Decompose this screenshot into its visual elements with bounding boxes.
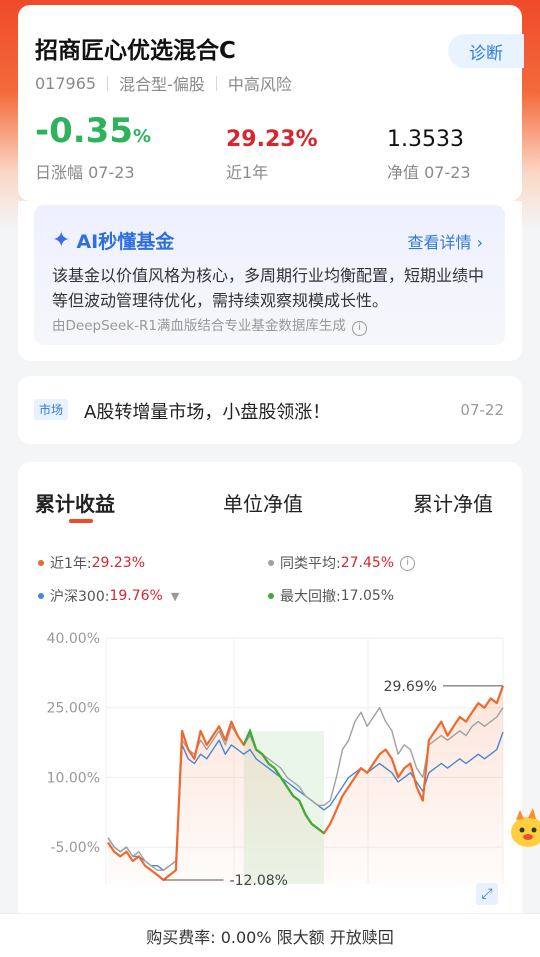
- news-tag: 市场: [34, 399, 69, 420]
- ai-summary-text: 该基金以价值风格为核心，多周期行业均衡配置，短期业绩中等但波动管理待优化，需持续…: [52, 266, 485, 310]
- ai-summary-card: ✦ AI秒懂基金 查看详情 › 该基金以价值风格为核心，多周期行业均衡配置，短期…: [18, 201, 522, 361]
- day-change-label: 日涨幅 07-23: [35, 163, 135, 182]
- max-annotation: 29.69%: [384, 679, 437, 695]
- legend-index-value: 19.76%: [109, 588, 163, 604]
- legend-fund-value: 29.23%: [91, 555, 146, 571]
- legend-peer-value: 27.45%: [340, 555, 395, 571]
- legend-drawdown-value: 17.05%: [340, 588, 395, 604]
- expand-icon[interactable]: ⤢: [476, 883, 498, 905]
- y-tick-label: 40.00%: [47, 631, 100, 647]
- view-details-link[interactable]: 查看详情 ›: [408, 229, 484, 253]
- market-news-card[interactable]: 市场 A股转增量市场，小盘股领涨！ 07-22: [18, 376, 522, 444]
- legend-fund: 近1年: 29.23%: [38, 553, 145, 573]
- caret-down-icon[interactable]: ▼: [171, 590, 179, 603]
- fund-code: 017965: [35, 73, 97, 93]
- sparkle-icon: ✦: [52, 228, 71, 253]
- performance-chart[interactable]: 40.00% 25.00% 10.00% -5.00% 29.69% -12.08%: [18, 622, 522, 922]
- meta-divider: [215, 75, 217, 91]
- info-icon[interactable]: i: [400, 555, 416, 571]
- fund-name: 招商匠心优选混合C: [35, 38, 236, 64]
- fund-type: 混合型-偏股: [119, 75, 205, 94]
- news-headline[interactable]: A股转增量市场，小盘股领涨！: [84, 398, 330, 424]
- meta-divider: [107, 75, 109, 91]
- info-icon[interactable]: i: [351, 321, 367, 336]
- day-change-number: -0.35: [35, 111, 133, 151]
- ai-source-text: 由DeepSeek-R1满血版结合专业基金数据库生成: [52, 318, 346, 334]
- day-change-unit: %: [133, 126, 152, 147]
- fund-header-card: 招商匠心优选混合C 诊断 017965 混合型-偏股 中高风险 -0.35% 日…: [18, 5, 524, 201]
- legend-index-dot: [38, 593, 44, 599]
- legend-peer: 同类平均: 27.45% i: [268, 553, 416, 573]
- legend-drawdown: 最大回撤: 17.05%: [268, 586, 394, 606]
- y-tick-label: 25.00%: [47, 701, 100, 717]
- legend-index[interactable]: 沪深300: 19.76% ▼: [38, 586, 179, 606]
- legend-drawdown-label: 最大回撤:: [280, 589, 341, 605]
- legend-peer-dot: [268, 560, 274, 566]
- year-return-value: 29.23%: [226, 127, 318, 152]
- year-return-label: 近1年: [226, 163, 269, 182]
- fee-text: 购买费率: 0.00% 限大额 开放赎回: [146, 927, 394, 947]
- tab-unit-nav[interactable]: 单位净值: [223, 488, 303, 517]
- fee-bar: 购买费率: 0.00% 限大额 开放赎回: [0, 913, 540, 957]
- nav-value: 1.3533: [387, 127, 464, 152]
- legend-fund-dot: [38, 560, 44, 566]
- day-change-value: -0.35%: [35, 111, 151, 151]
- ai-summary-box[interactable]: ✦ AI秒懂基金 查看详情 › 该基金以价值风格为核心，多周期行业均衡配置，短期…: [34, 205, 505, 345]
- min-annotation: -12.08%: [230, 873, 288, 889]
- tab-cumulative-return[interactable]: 累计收益: [35, 488, 115, 517]
- legend-fund-label: 近1年:: [50, 556, 92, 572]
- legend-peer-label: 同类平均:: [280, 556, 341, 572]
- performance-chart-card: 累计收益 单位净值 累计净值 近1年: 29.23% 同类平均: 27.45% i …: [18, 462, 522, 932]
- tab-cumulative-nav[interactable]: 累计净值: [413, 488, 493, 517]
- y-tick-label: -5.00%: [50, 840, 100, 856]
- legend-drawdown-dot: [268, 593, 274, 599]
- fund-meta: 017965 混合型-偏股 中高风险: [35, 71, 292, 95]
- ai-title-text: AI秒懂基金: [76, 231, 175, 253]
- diagnose-button[interactable]: 诊断: [448, 34, 524, 68]
- y-axis-ticks: 40.00% 25.00% 10.00% -5.00%: [47, 631, 100, 856]
- ai-title: ✦ AI秒懂基金: [52, 227, 174, 254]
- y-tick-label: 10.00%: [47, 770, 100, 786]
- active-tab-indicator: [69, 519, 93, 523]
- fund-risk: 中高风险: [227, 75, 292, 94]
- nav-label: 净值 07-23: [387, 163, 471, 182]
- ai-source: 由DeepSeek-R1满血版结合专业基金数据库生成 i: [52, 314, 367, 336]
- mascot-icon[interactable]: [506, 806, 540, 850]
- news-date: 07-22: [460, 401, 504, 419]
- legend-index-label: 沪深300:: [50, 589, 110, 605]
